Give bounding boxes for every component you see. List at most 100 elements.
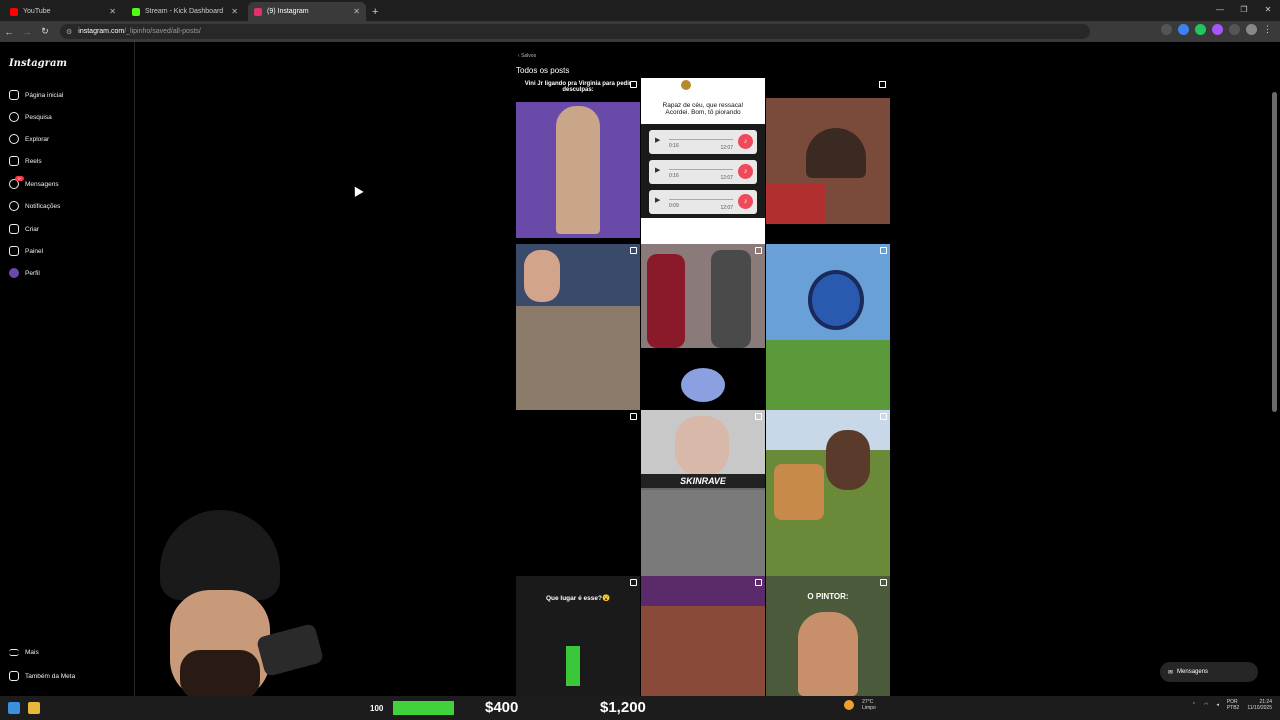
audio-message[interactable]: ▶ 0:16 12:07 ♪ <box>649 130 757 154</box>
kebab-menu-icon[interactable]: ⋮ <box>1263 24 1274 35</box>
post-tile[interactable] <box>766 98 890 224</box>
goal-counter: 100 <box>370 704 384 713</box>
sidebar-item-label: Pesquisa <box>25 113 52 121</box>
blanket-shape <box>766 184 826 224</box>
audio-message[interactable]: ▶ 0:16 12:07 ♪ <box>649 160 757 184</box>
extension-icon[interactable] <box>1178 24 1189 35</box>
audio-duration: 12:07 <box>720 145 733 151</box>
music-note-icon: ♪ <box>738 164 753 179</box>
notification-badge: 9+ <box>15 176 24 181</box>
sidebar-item-label: Perfil <box>25 269 40 277</box>
carousel-icon <box>630 81 637 88</box>
audio-message[interactable]: ▶ 0:09 12:07 ♪ <box>649 190 757 214</box>
sidebar-item-label: Painel <box>25 247 44 255</box>
sidebar-item-label: Reels <box>25 157 42 165</box>
post-tile[interactable]: Que lugar é esse?😮 <box>516 576 640 696</box>
tab-youtube[interactable]: YouTube ✕ <box>4 2 122 21</box>
carousel-icon <box>879 81 886 88</box>
messages-pill[interactable]: ✉ Mensagens <box>1160 662 1258 682</box>
sidebar-item-explore[interactable]: Explorar <box>9 134 49 144</box>
food-item <box>774 464 824 520</box>
post-tile[interactable]: Rapaz de céu, que ressaca! Acordei. Bom,… <box>641 78 765 244</box>
post-tile[interactable]: Vini Jr ligando pra Virginia para pedir … <box>516 78 640 238</box>
cap-shape <box>160 510 280 600</box>
sidebar-item-label: Página inicial <box>25 91 64 99</box>
maximize-button[interactable]: ❐ <box>1232 0 1256 20</box>
scrollbar[interactable] <box>1272 92 1277 412</box>
minimize-button[interactable]: — <box>1208 0 1232 20</box>
sidebar-item-messages[interactable]: 9+ Mensagens <box>9 176 59 189</box>
windows-start-icon[interactable] <box>8 702 20 714</box>
person-figure <box>806 128 866 178</box>
sidebar-item-more[interactable]: Mais <box>9 649 39 656</box>
play-icon[interactable]: ▶ <box>655 136 660 144</box>
menu-icon <box>9 649 19 656</box>
post-caption: Que lugar é esse?😮 <box>545 595 611 602</box>
person-figure <box>826 430 870 490</box>
sidebar-item-profile[interactable]: Perfil <box>9 268 40 278</box>
url-path: /_lipinho/saved/all-posts/ <box>124 28 201 35</box>
back-button[interactable]: ← <box>0 27 18 37</box>
sidebar-item-create[interactable]: Criar <box>9 224 39 234</box>
donation-amount: $400 <box>485 699 519 716</box>
meta-icon <box>9 671 19 681</box>
game-scene <box>641 490 765 576</box>
profile-avatar[interactable] <box>1246 24 1257 35</box>
back-to-saved-link[interactable]: ‹ Salvos <box>518 53 536 59</box>
reload-button[interactable]: ↻ <box>36 26 54 37</box>
person-figure <box>798 612 858 696</box>
avatar <box>681 80 691 90</box>
close-window-button[interactable]: ✕ <box>1256 0 1280 20</box>
forward-button[interactable]: → <box>18 27 36 37</box>
sidebar-item-search[interactable]: Pesquisa <box>9 112 52 122</box>
tab-label: Stream - Kick Dashboard <box>145 8 224 15</box>
tab-kick-dashboard[interactable]: Stream - Kick Dashboard ✕ <box>126 2 244 21</box>
post-tile[interactable]: SKINRAVE <box>641 410 765 576</box>
sidebar-item-dashboard[interactable]: Painel <box>9 246 43 256</box>
post-tile[interactable] <box>516 244 640 410</box>
carousel-icon <box>755 413 762 420</box>
close-icon[interactable]: ✕ <box>231 7 238 16</box>
new-tab-button[interactable]: + <box>372 6 378 18</box>
carousel-icon <box>880 579 887 586</box>
donation-amount: $1,200 <box>600 699 646 716</box>
youtube-icon <box>10 7 18 16</box>
play-icon[interactable]: ▶ <box>655 196 660 204</box>
extension-icon[interactable] <box>1212 24 1223 35</box>
sidebar-item-reels[interactable]: Reels <box>9 156 42 166</box>
post-caption: Vini Jr ligando pra Virginia para pedir … <box>524 81 632 93</box>
file-explorer-icon[interactable] <box>28 702 40 714</box>
close-icon[interactable]: ✕ <box>109 7 116 16</box>
wifi-icon[interactable]: ◠ <box>1204 702 1208 708</box>
post-tile[interactable]: O PINTOR: <box>766 576 890 696</box>
sidebar-item-meta[interactable]: Também da Meta <box>9 671 75 681</box>
sidebar-item-notifications[interactable]: Notificações <box>9 201 60 211</box>
extension-icon[interactable] <box>1161 24 1172 35</box>
url-field[interactable]: ⚙ instagram.com/_lipinho/saved/all-posts… <box>60 24 1090 39</box>
puzzle-icon[interactable] <box>1229 24 1240 35</box>
clock-date[interactable]: 11/10/2025 <box>1247 705 1272 711</box>
chevron-up-icon[interactable]: ⌃ <box>1192 702 1196 708</box>
play-icon[interactable]: ▶ <box>655 166 660 174</box>
tab-instagram[interactable]: (9) Instagram ✕ <box>248 2 366 21</box>
lang-layout[interactable]: PTB2 <box>1227 705 1240 711</box>
post-tile[interactable] <box>766 410 890 576</box>
post-tile[interactable] <box>641 244 765 348</box>
extension-icon[interactable] <box>1195 24 1206 35</box>
system-tray: 27°C Limpo ⌃ ◠ ◂ POR PTB2 21:24 11/10/20… <box>844 699 1272 711</box>
sidebar-item-home[interactable]: Página inicial <box>9 90 63 100</box>
volume-icon[interactable]: ◂ <box>1216 702 1219 708</box>
post-tile[interactable] <box>766 244 890 410</box>
instagram-logo[interactable]: Instagram <box>9 58 67 69</box>
brand-label: SKINRAVE <box>680 476 726 486</box>
address-bar-row: ← → ↻ ⚙ instagram.com/_lipinho/saved/all… <box>0 21 1280 42</box>
post-tile[interactable] <box>516 410 640 576</box>
carousel-icon <box>630 413 637 420</box>
instagram-sidebar: Instagram Página inicial Pesquisa Explor… <box>0 42 135 696</box>
grass-area <box>766 340 890 410</box>
close-icon[interactable]: ✕ <box>353 7 360 16</box>
post-tile[interactable] <box>641 576 765 696</box>
post-tile[interactable] <box>641 348 765 410</box>
goal-progress-bar <box>393 701 454 715</box>
site-info-icon[interactable]: ⚙ <box>66 28 72 36</box>
